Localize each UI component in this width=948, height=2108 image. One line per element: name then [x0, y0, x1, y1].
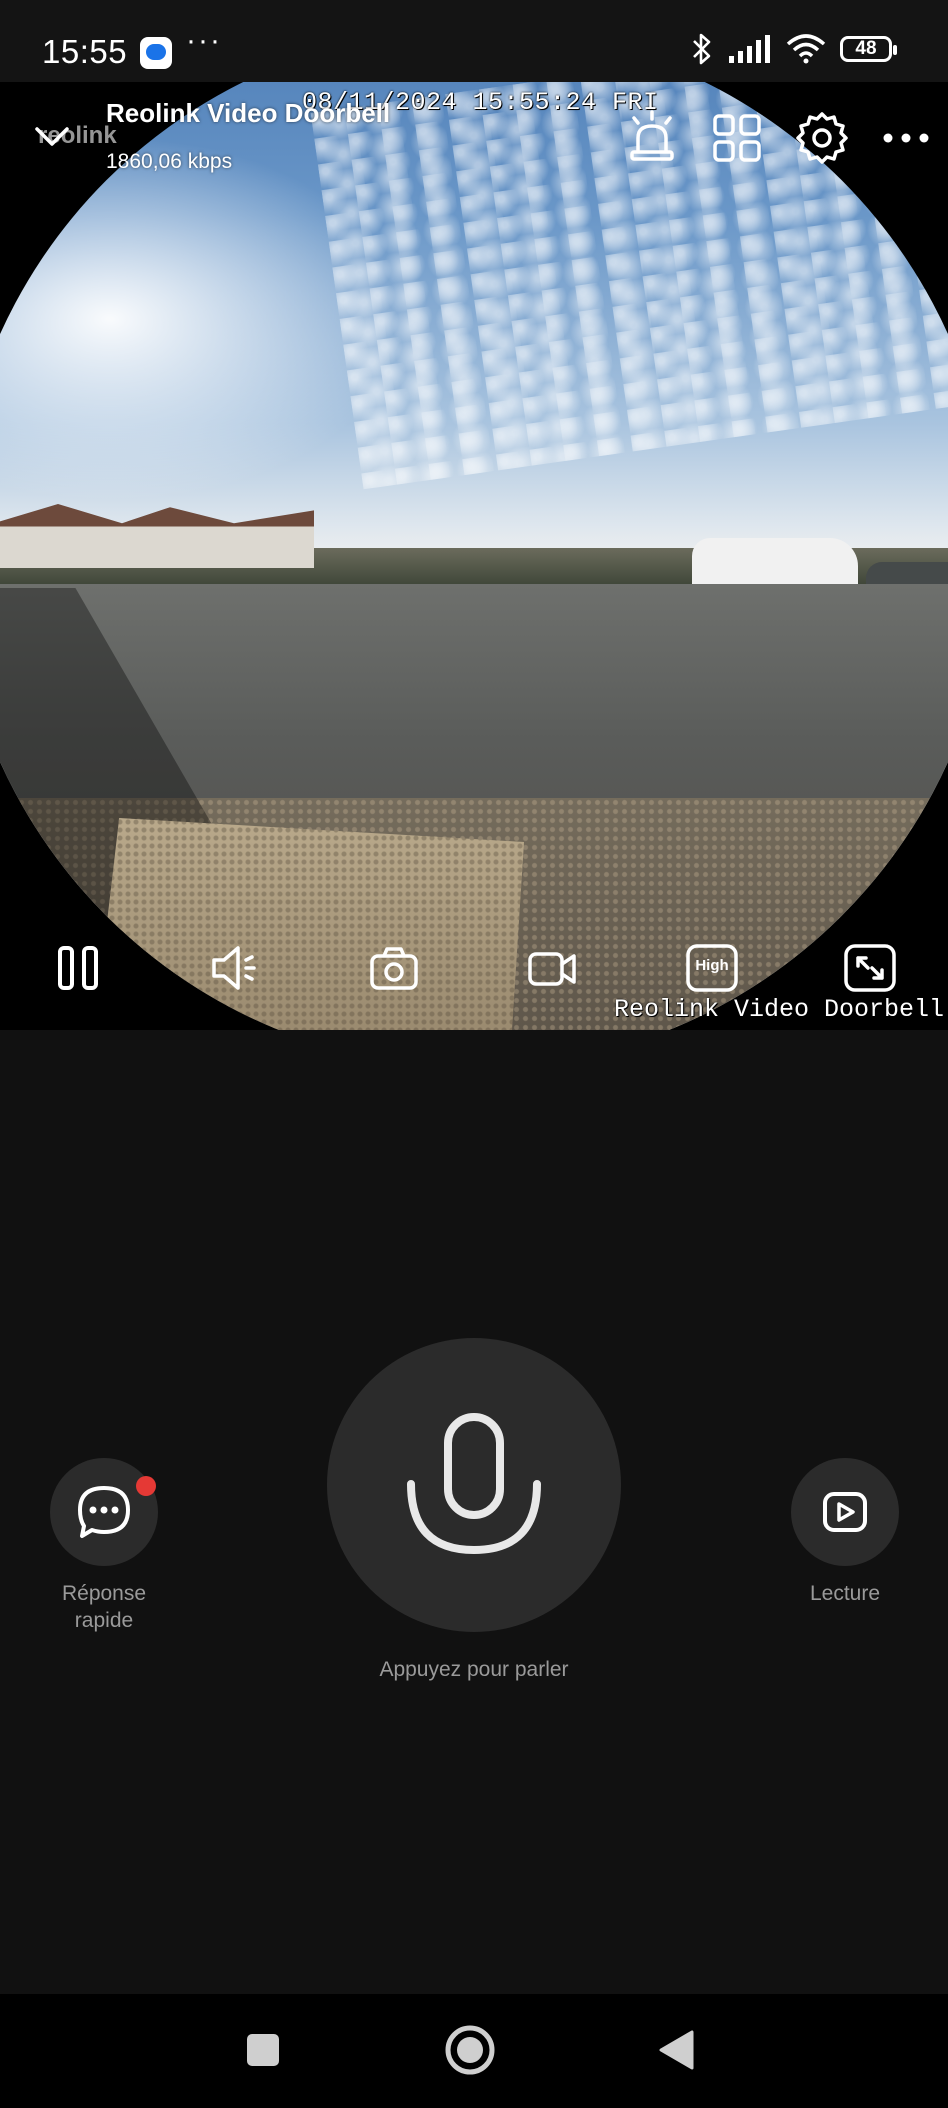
app-screen: 15:55 ··· 48 reolink 08/11/2024 15:55:24…	[0, 0, 948, 2108]
battery-level: 48	[855, 38, 877, 59]
camera-title: Reolink Video Doorbell	[106, 98, 391, 128]
quick-reply-label: Réponse rapide	[4, 1580, 204, 1634]
grid-view-icon[interactable]	[707, 108, 767, 168]
chat-bubble-icon	[78, 1486, 130, 1538]
quick-reply-label-line1: Réponse	[61, 1582, 147, 1605]
quality-label: High	[695, 957, 729, 974]
live-video-view[interactable]: reolink 08/11/2024 15:55:24 FRI Reolink …	[0, 82, 948, 1030]
status-icons: 48	[690, 32, 897, 66]
quick-reply-label-line2: rapide	[74, 1609, 134, 1632]
wifi-icon	[786, 34, 826, 64]
snapshot-camera-icon[interactable]	[366, 940, 422, 996]
battery-icon: 48	[840, 36, 897, 62]
settings-gear-icon[interactable]	[792, 108, 852, 168]
microphone-icon	[407, 1413, 541, 1555]
push-to-talk-button[interactable]	[327, 1338, 621, 1632]
chevron-down-icon[interactable]	[34, 124, 70, 150]
paved-path	[84, 818, 524, 1030]
siren-icon[interactable]	[622, 108, 682, 168]
quality-toggle[interactable]: High	[684, 940, 740, 996]
navigation-bar	[0, 1994, 948, 2108]
push-to-talk-label: Appuyez pour parler	[379, 1658, 569, 1681]
record-video-icon[interactable]	[524, 940, 580, 996]
fisheye-image	[0, 82, 948, 1030]
messages-app-icon	[140, 37, 172, 69]
more-notifications-icon: ···	[186, 24, 222, 57]
recents-square-icon[interactable]	[245, 2032, 281, 2068]
osd-camera-name: Reolink Video Doorbell	[613, 995, 944, 1024]
speaker-volume-icon[interactable]	[208, 940, 264, 996]
status-time: 15:55	[42, 33, 128, 70]
signal-icon	[729, 35, 770, 63]
back-triangle-icon[interactable]	[656, 2028, 696, 2072]
pause-icon[interactable]	[50, 940, 106, 996]
play-icon	[823, 1492, 867, 1532]
bluetooth-icon	[693, 33, 711, 65]
fullscreen-icon[interactable]	[842, 940, 898, 996]
home-circle-icon[interactable]	[444, 2024, 496, 2076]
playback-button[interactable]	[791, 1458, 899, 1566]
notification-dot	[136, 1476, 156, 1496]
houses	[0, 504, 314, 568]
more-options-icon[interactable]	[876, 108, 936, 168]
status-bar: 15:55 ··· 48	[0, 0, 948, 82]
bitrate-label: 1860,06 kbps	[106, 150, 233, 173]
playback-label: Lecture	[809, 1582, 881, 1605]
quick-reply-button[interactable]	[50, 1458, 158, 1566]
